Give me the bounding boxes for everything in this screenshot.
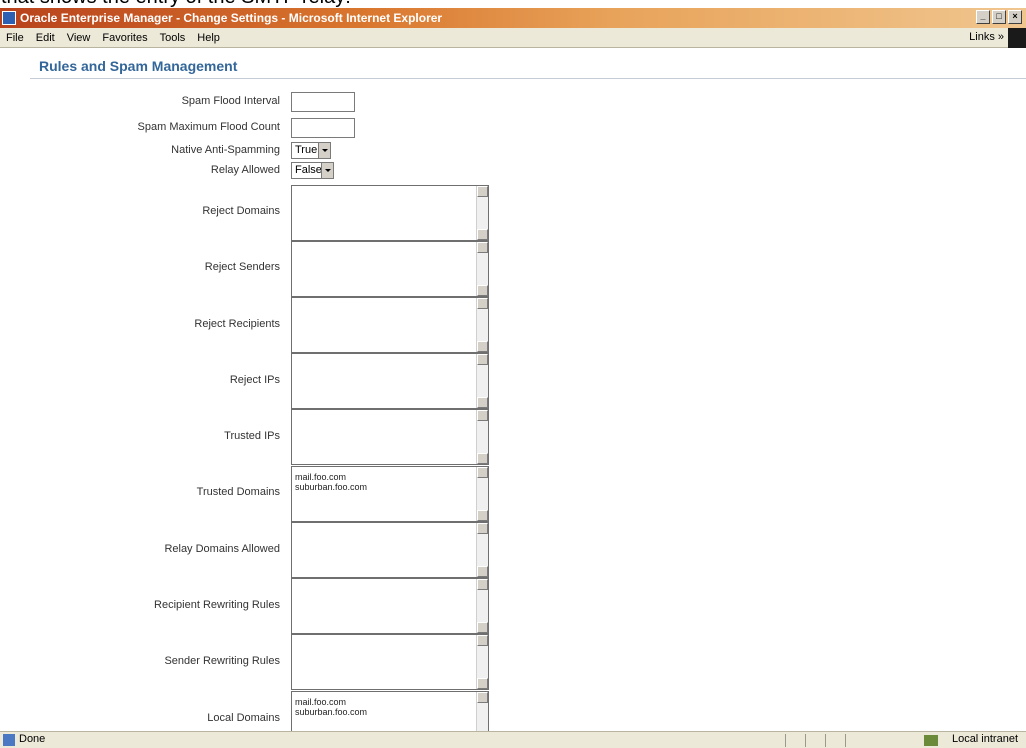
native-anti-spamming-value: True bbox=[295, 144, 318, 156]
scroll-up-icon[interactable] bbox=[477, 298, 488, 309]
reject-senders-label: Reject Senders bbox=[204, 261, 280, 273]
windows-logo-icon bbox=[1008, 28, 1026, 48]
reject-recipients-label: Reject Recipients bbox=[194, 318, 280, 330]
dropdown-arrow-icon[interactable] bbox=[321, 163, 333, 178]
caption-strip: that shows the entry of the SMTP relay: bbox=[0, 0, 1026, 8]
close-button[interactable]: × bbox=[1008, 10, 1022, 24]
sender-rewriting-rules-textarea[interactable] bbox=[291, 634, 489, 690]
scrollbar[interactable] bbox=[476, 242, 488, 296]
native-anti-spamming-select[interactable]: True bbox=[291, 142, 331, 159]
scroll-up-icon[interactable] bbox=[477, 467, 488, 478]
trusted-ips-textarea[interactable] bbox=[291, 409, 489, 465]
spam-max-flood-count-label: Spam Maximum Flood Count bbox=[137, 121, 280, 133]
intranet-zone-icon bbox=[924, 735, 938, 746]
status-divider bbox=[785, 734, 786, 747]
reject-recipients-textarea[interactable] bbox=[291, 297, 489, 353]
caption-text: that shows the entry of the SMTP relay: bbox=[1, 0, 351, 8]
scrollbar[interactable] bbox=[476, 298, 488, 352]
reject-domains-label: Reject Domains bbox=[202, 205, 280, 217]
scrollbar[interactable] bbox=[476, 523, 488, 577]
scroll-down-icon[interactable] bbox=[477, 341, 488, 352]
scroll-up-icon[interactable] bbox=[477, 242, 488, 253]
menu-view[interactable]: View bbox=[61, 32, 97, 44]
local-domains-value: mail.foo.com suburban.foo.com bbox=[295, 697, 368, 717]
scroll-up-icon[interactable] bbox=[477, 186, 488, 197]
spam-flood-interval-label: Spam Flood Interval bbox=[181, 95, 280, 107]
scroll-up-icon[interactable] bbox=[477, 354, 488, 365]
status-divider bbox=[845, 734, 846, 747]
scrollbar[interactable] bbox=[476, 410, 488, 464]
relay-allowed-label: Relay Allowed bbox=[210, 164, 280, 176]
recipient-rewriting-rules-label: Recipient Rewriting Rules bbox=[154, 599, 280, 611]
reject-ips-label: Reject IPs bbox=[229, 374, 280, 386]
scrollbar[interactable] bbox=[476, 354, 488, 408]
status-text: Done bbox=[19, 733, 46, 745]
reject-senders-textarea[interactable] bbox=[291, 241, 489, 297]
trusted-domains-value: mail.foo.com suburban.foo.com bbox=[295, 472, 368, 492]
ie-icon bbox=[2, 11, 16, 25]
scrollbar[interactable] bbox=[476, 467, 488, 521]
sender-rewriting-rules-label: Sender Rewriting Rules bbox=[164, 655, 280, 667]
scrollbar[interactable] bbox=[476, 692, 488, 731]
scroll-up-icon[interactable] bbox=[477, 523, 488, 534]
menu-bar: File Edit View Favorites Tools Help Link… bbox=[0, 28, 1026, 48]
relay-allowed-value: False bbox=[295, 164, 322, 176]
page-content: Rules and Spam Management Spam Flood Int… bbox=[0, 49, 1026, 731]
scroll-down-icon[interactable] bbox=[477, 566, 488, 577]
trusted-domains-label: Trusted Domains bbox=[196, 486, 280, 498]
scroll-down-icon[interactable] bbox=[477, 453, 488, 464]
scroll-down-icon[interactable] bbox=[477, 622, 488, 633]
status-divider bbox=[805, 734, 806, 747]
relay-domains-allowed-label: Relay Domains Allowed bbox=[164, 543, 280, 555]
menu-help[interactable]: Help bbox=[191, 32, 226, 44]
native-anti-spamming-label: Native Anti-Spamming bbox=[171, 144, 280, 156]
menu-favorites[interactable]: Favorites bbox=[96, 32, 153, 44]
reject-domains-textarea[interactable] bbox=[291, 185, 489, 241]
status-bar: Done Local intranet bbox=[0, 731, 1026, 748]
scroll-up-icon[interactable] bbox=[477, 635, 488, 646]
scroll-down-icon[interactable] bbox=[477, 229, 488, 240]
relay-allowed-select[interactable]: False bbox=[291, 162, 334, 179]
trusted-ips-label: Trusted IPs bbox=[224, 430, 280, 442]
spam-max-flood-count-input[interactable] bbox=[291, 118, 355, 138]
minimize-button[interactable]: _ bbox=[976, 10, 990, 24]
scroll-up-icon[interactable] bbox=[477, 579, 488, 590]
page-done-icon bbox=[3, 734, 15, 746]
window-title: Oracle Enterprise Manager - Change Setti… bbox=[20, 11, 443, 25]
scroll-down-icon[interactable] bbox=[477, 397, 488, 408]
security-zone: Local intranet bbox=[951, 733, 1018, 745]
recipient-rewriting-rules-textarea[interactable] bbox=[291, 578, 489, 634]
menu-tools[interactable]: Tools bbox=[154, 32, 192, 44]
status-divider bbox=[825, 734, 826, 747]
reject-ips-textarea[interactable] bbox=[291, 353, 489, 409]
scroll-down-icon[interactable] bbox=[477, 678, 488, 689]
relay-domains-allowed-textarea[interactable] bbox=[291, 522, 489, 578]
scroll-up-icon[interactable] bbox=[477, 410, 488, 421]
maximize-button[interactable]: □ bbox=[992, 10, 1006, 24]
trusted-domains-textarea[interactable]: mail.foo.com suburban.foo.com bbox=[291, 466, 489, 522]
menu-edit[interactable]: Edit bbox=[30, 32, 61, 44]
heading-divider bbox=[30, 78, 1026, 79]
menu-file[interactable]: File bbox=[0, 32, 30, 44]
scrollbar[interactable] bbox=[476, 579, 488, 633]
links-toolbar[interactable]: Links » bbox=[969, 31, 1004, 43]
scroll-up-icon[interactable] bbox=[477, 692, 488, 703]
spam-flood-interval-input[interactable] bbox=[291, 92, 355, 112]
scroll-down-icon[interactable] bbox=[477, 285, 488, 296]
scroll-down-icon[interactable] bbox=[477, 510, 488, 521]
local-domains-label: Local Domains bbox=[207, 712, 280, 724]
window-titlebar: Oracle Enterprise Manager - Change Setti… bbox=[0, 8, 1026, 28]
window-controls: _ □ × bbox=[976, 10, 1022, 24]
page-title: Rules and Spam Management bbox=[39, 58, 238, 74]
scrollbar[interactable] bbox=[476, 635, 488, 689]
scrollbar[interactable] bbox=[476, 186, 488, 240]
local-domains-textarea[interactable]: mail.foo.com suburban.foo.com bbox=[291, 691, 489, 731]
dropdown-arrow-icon[interactable] bbox=[318, 143, 330, 158]
